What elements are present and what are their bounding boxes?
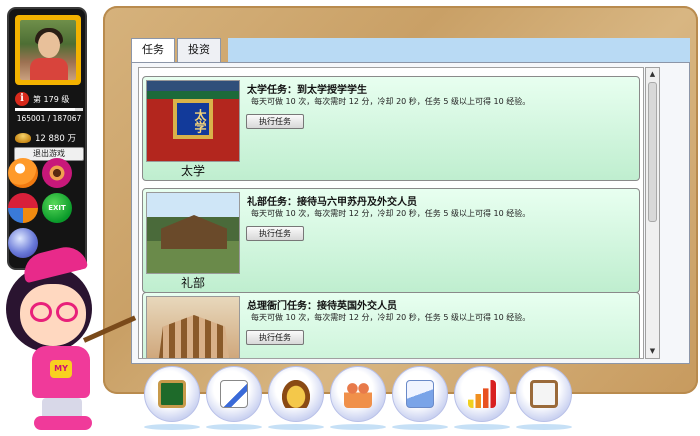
task-list: 太学 太学任务：到太学授学学生 每天可做 10 次，每次需时 12 分，冷却 2… (138, 67, 644, 359)
scroll-up-icon[interactable]: ▲ (646, 68, 659, 81)
chart-button[interactable] (454, 366, 510, 422)
mail-button[interactable] (392, 366, 448, 422)
dock-reflection (454, 424, 510, 430)
avatar-face (38, 32, 60, 58)
task-card-zongli: 总理衙门任务：接待英国外交人员 每天可做 10 次，每次需时 12 分，冷却 2… (142, 292, 640, 358)
list-scrollbar[interactable]: ▲ ▼ (645, 67, 660, 359)
xp-text: 165001 / 187067 (16, 114, 82, 123)
xp-progress-bar (15, 108, 83, 111)
mascot-glasses (30, 302, 52, 322)
edit-button[interactable] (206, 366, 262, 422)
clipboard-icon (530, 380, 558, 408)
mascot-girl (0, 242, 150, 436)
money-text: 12 880 万 (35, 134, 76, 144)
mail-icon (406, 380, 434, 408)
task-title: 总理衙门任务：接待英国外交人员 (247, 301, 397, 312)
taixue-image (146, 80, 240, 162)
treasury-button[interactable] (268, 366, 324, 422)
dock-reflection (268, 424, 324, 430)
dock-reflection (516, 424, 572, 430)
exit-label: EXIT (48, 204, 66, 212)
scroll-down-icon[interactable]: ▼ (646, 345, 659, 358)
mascot-body (32, 346, 90, 398)
task-place: 太学 (180, 164, 205, 178)
people-button[interactable] (330, 366, 386, 422)
task-place: 礼部 (180, 276, 205, 290)
gate-plaque (173, 99, 213, 139)
info-icon[interactable]: i (15, 92, 29, 106)
people-icon (344, 380, 372, 408)
gold-ingot-icon (15, 133, 31, 143)
avatar-photo (20, 20, 76, 80)
xp-progress-fill (15, 108, 75, 111)
task-title: 太学任务：到太学授学学生 (247, 85, 367, 96)
tab-bar (228, 38, 690, 62)
refresh-icon[interactable] (8, 193, 38, 223)
avatar-shirt (30, 58, 68, 80)
execute-task-button[interactable]: 执行任务 (246, 226, 304, 241)
tab-invest[interactable]: 投资 (177, 38, 221, 62)
exit-icon[interactable]: EXIT (42, 193, 72, 223)
task-title: 礼部任务：接待马六甲苏丹及外交人员 (247, 197, 417, 208)
dock-reflection (392, 424, 448, 430)
task-card-taixue: 太学 太学任务：到太学授学学生 每天可做 10 次，每次需时 12 分，冷却 2… (142, 76, 640, 181)
avatar[interactable] (15, 15, 81, 85)
house-shape (161, 215, 227, 249)
chart-icon (468, 380, 496, 408)
task-desc: 每天可做 10 次，每次需时 12 分，冷却 20 秒，任务 5 级以上可得 1… (251, 209, 531, 218)
dock-reflection (206, 424, 262, 430)
money-row: 12 880 万 (15, 131, 85, 145)
chalkboard-icon (158, 380, 186, 408)
mascot-pointer (82, 315, 137, 343)
libu-image (146, 192, 240, 274)
edit-icon (220, 380, 248, 408)
execute-task-button[interactable]: 执行任务 (246, 114, 304, 129)
task-card-libu: 礼部 礼部任务：接待马六甲苏丹及外交人员 每天可做 10 次，每次需时 12 分… (142, 188, 640, 293)
rank-value: 179 (43, 94, 59, 104)
gold-ingot-icon (282, 380, 310, 408)
roof-shape (147, 91, 239, 99)
map-icon[interactable] (8, 158, 38, 188)
chalkboard-button[interactable] (144, 366, 200, 422)
dock-reflection (144, 424, 200, 430)
execute-task-button[interactable]: 执行任务 (246, 330, 304, 345)
tab-strip: 任务 投资 (131, 38, 221, 63)
mascot-shoes (34, 416, 92, 430)
mascot-glasses (56, 302, 78, 322)
game-screen: i 第 179 级 165001 / 187067 12 880 万 退出游戏 … (0, 0, 700, 436)
scroll-thumb[interactable] (648, 82, 657, 222)
dock-reflection (330, 424, 386, 430)
building-shape (157, 315, 231, 358)
clipboard-button[interactable] (516, 366, 572, 422)
task-desc: 每天可做 10 次，每次需时 12 分，冷却 20 秒，任务 5 级以上可得 1… (251, 313, 531, 322)
rank-text: 第 179 级 (33, 94, 70, 104)
music-icon[interactable] (42, 158, 72, 188)
task-desc: 每天可做 10 次，每次需时 12 分，冷却 20 秒，任务 5 级以上可得 1… (251, 97, 531, 106)
zongli-image (146, 296, 240, 358)
tab-task[interactable]: 任务 (131, 38, 175, 63)
rank-row: i 第 179 级 (15, 92, 85, 106)
